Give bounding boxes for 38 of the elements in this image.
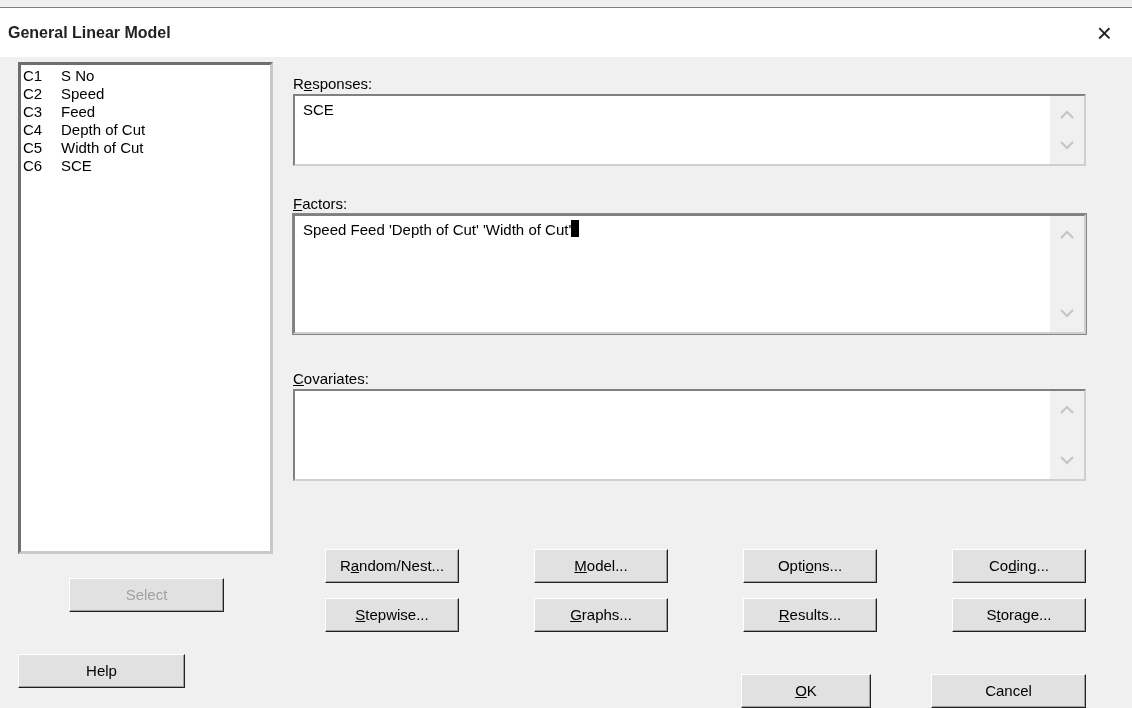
list-item[interactable]: C1 S No — [23, 67, 268, 85]
text-area[interactable]: SCE — [293, 94, 1086, 166]
window-title: General Linear Model — [8, 22, 171, 43]
option-button[interactable]: Random/Nest... — [325, 549, 459, 583]
list-item[interactable]: C6 SCE — [23, 157, 268, 175]
option-button[interactable]: Storage... — [952, 598, 1086, 632]
close-button[interactable]: × — [1096, 19, 1112, 46]
scroll-up-icon[interactable] — [1060, 230, 1074, 239]
column-list[interactable]: C1 S No C2 Speed C3 Feed C4 Depth of Cut C5 Width of Cut C6 SCE — [18, 62, 273, 554]
list-item[interactable]: C5 Width of Cut — [23, 139, 268, 157]
field-label: Responses: — [293, 74, 374, 91]
text-area[interactable] — [293, 389, 1086, 481]
help-button[interactable]: Help — [18, 654, 185, 688]
scroll-down-icon[interactable] — [1060, 141, 1074, 150]
option-button[interactable]: Model... — [534, 549, 668, 583]
text-cursor-icon — [571, 220, 580, 237]
field-text: Speed Feed 'Depth of Cut' 'Width of Cut' — [303, 220, 572, 240]
scrollbar[interactable] — [1050, 96, 1084, 164]
field-label: Factors: — [293, 194, 349, 211]
text-area[interactable]: Speed Feed 'Depth of Cut' 'Width of Cut' — [293, 214, 1086, 334]
list-item[interactable]: C4 Depth of Cut — [23, 121, 268, 139]
scrollbar[interactable] — [1050, 391, 1084, 479]
scroll-up-icon[interactable] — [1060, 110, 1074, 119]
ok-button[interactable]: OK — [741, 674, 871, 708]
option-button[interactable]: Stepwise... — [325, 598, 459, 632]
scroll-down-icon[interactable] — [1060, 309, 1074, 318]
option-button[interactable]: Coding... — [952, 549, 1086, 583]
option-button[interactable]: Graphs... — [534, 598, 668, 632]
option-button[interactable]: Options... — [743, 549, 877, 583]
cancel-button[interactable]: Cancel — [931, 674, 1086, 708]
list-item[interactable]: C3 Feed — [23, 103, 268, 121]
option-button[interactable]: Results... — [743, 598, 877, 632]
scrollbar[interactable] — [1050, 216, 1084, 332]
scroll-down-icon[interactable] — [1060, 456, 1074, 465]
list-item[interactable]: C2 Speed — [23, 85, 268, 103]
field-text: SCE — [303, 100, 334, 120]
field-label: Covariates: — [293, 369, 370, 386]
scroll-up-icon[interactable] — [1060, 405, 1074, 414]
